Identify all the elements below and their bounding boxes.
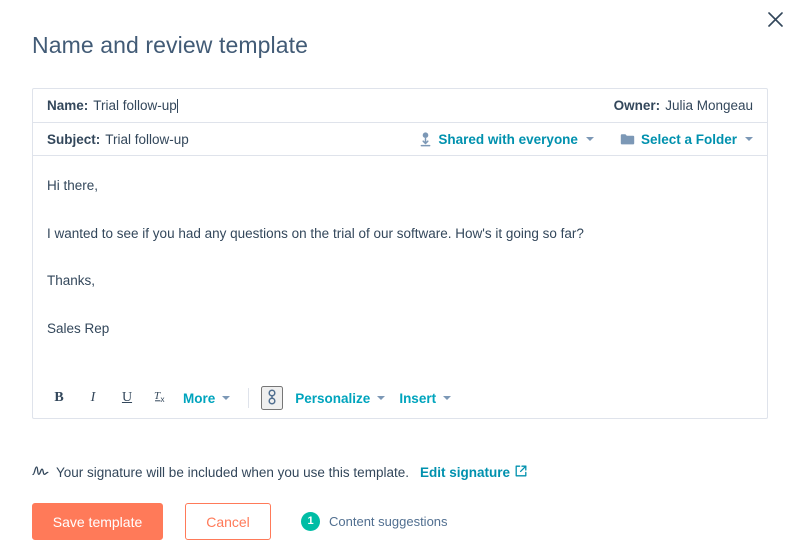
svg-text:x: x [161, 395, 165, 404]
owner-value: Julia Mongeau [665, 98, 753, 113]
subject-label: Subject: [47, 131, 101, 147]
toolbar-divider [248, 388, 250, 408]
folder-dropdown[interactable]: Select a Folder [620, 132, 753, 147]
link-icon [265, 388, 279, 408]
body-line: I wanted to see if you had any questions… [47, 225, 584, 241]
subject-input[interactable]: Trial follow-up [105, 132, 189, 147]
personalize-dropdown-label: Personalize [295, 390, 371, 406]
sharing-dropdown-label: Shared with everyone [438, 131, 578, 147]
owner-label: Owner: [613, 98, 661, 113]
name-label: Name: [47, 98, 89, 113]
edit-signature-label: Edit signature [419, 465, 510, 480]
editor-toolbar: B I U T x More Personalize Insert [33, 378, 767, 418]
template-card: Name: Trial follow-up Owner: Julia Monge… [32, 88, 768, 419]
close-icon [767, 11, 783, 27]
clear-formatting-button[interactable]: T x [149, 385, 173, 411]
chevron-down-icon [377, 396, 386, 400]
footer-actions: Save template Cancel 1 Content suggestio… [32, 503, 448, 540]
insert-dropdown[interactable]: Insert [399, 390, 452, 406]
body-line: Thanks, [47, 273, 96, 289]
content-suggestions-label: Content suggestions [329, 514, 448, 529]
signature-icon [32, 464, 49, 481]
folder-dropdown-label: Select a Folder [640, 131, 737, 147]
content-suggestions-badge: 1 [301, 512, 320, 531]
folder-icon [620, 133, 635, 146]
content-suggestions[interactable]: 1 Content suggestions [301, 512, 448, 531]
external-link-icon [515, 465, 527, 480]
clear-formatting-icon: T x [153, 388, 169, 409]
subject-row: Subject: Trial follow-up Shared with eve… [33, 123, 767, 156]
bold-button[interactable]: B [47, 385, 71, 411]
more-dropdown-label: More [183, 390, 216, 406]
signature-note: Your signature will be included when you… [32, 464, 527, 481]
body-line: Hi there, [47, 178, 99, 193]
name-row: Name: Trial follow-up Owner: Julia Monge… [33, 89, 767, 123]
edit-signature-link[interactable]: Edit signature [420, 465, 527, 480]
page-title: Name and review template [32, 32, 308, 58]
sharing-dropdown[interactable]: Shared with everyone [419, 132, 594, 147]
insert-link-button[interactable] [261, 386, 284, 410]
insert-dropdown-label: Insert [399, 390, 437, 406]
person-share-icon [419, 131, 432, 147]
name-input[interactable]: Trial follow-up [93, 98, 178, 113]
chevron-down-icon [222, 396, 231, 400]
body-line: Sales Rep [47, 320, 110, 336]
chevron-down-icon [443, 396, 452, 400]
signature-note-text: Your signature will be included when you… [56, 465, 409, 480]
chevron-down-icon [745, 137, 753, 141]
cancel-button[interactable]: Cancel [185, 503, 271, 540]
save-template-button[interactable]: Save template [32, 503, 163, 540]
owner-group: Owner: Julia Mongeau [614, 98, 753, 113]
more-dropdown[interactable]: More [183, 390, 231, 406]
italic-button[interactable]: I [81, 385, 105, 411]
underline-button[interactable]: U [115, 385, 139, 411]
personalize-dropdown[interactable]: Personalize [295, 390, 386, 406]
chevron-down-icon [585, 137, 594, 141]
email-body-editor[interactable]: Hi there, I wanted to see if you had any… [33, 156, 767, 378]
close-dialog-button[interactable] [760, 4, 790, 34]
